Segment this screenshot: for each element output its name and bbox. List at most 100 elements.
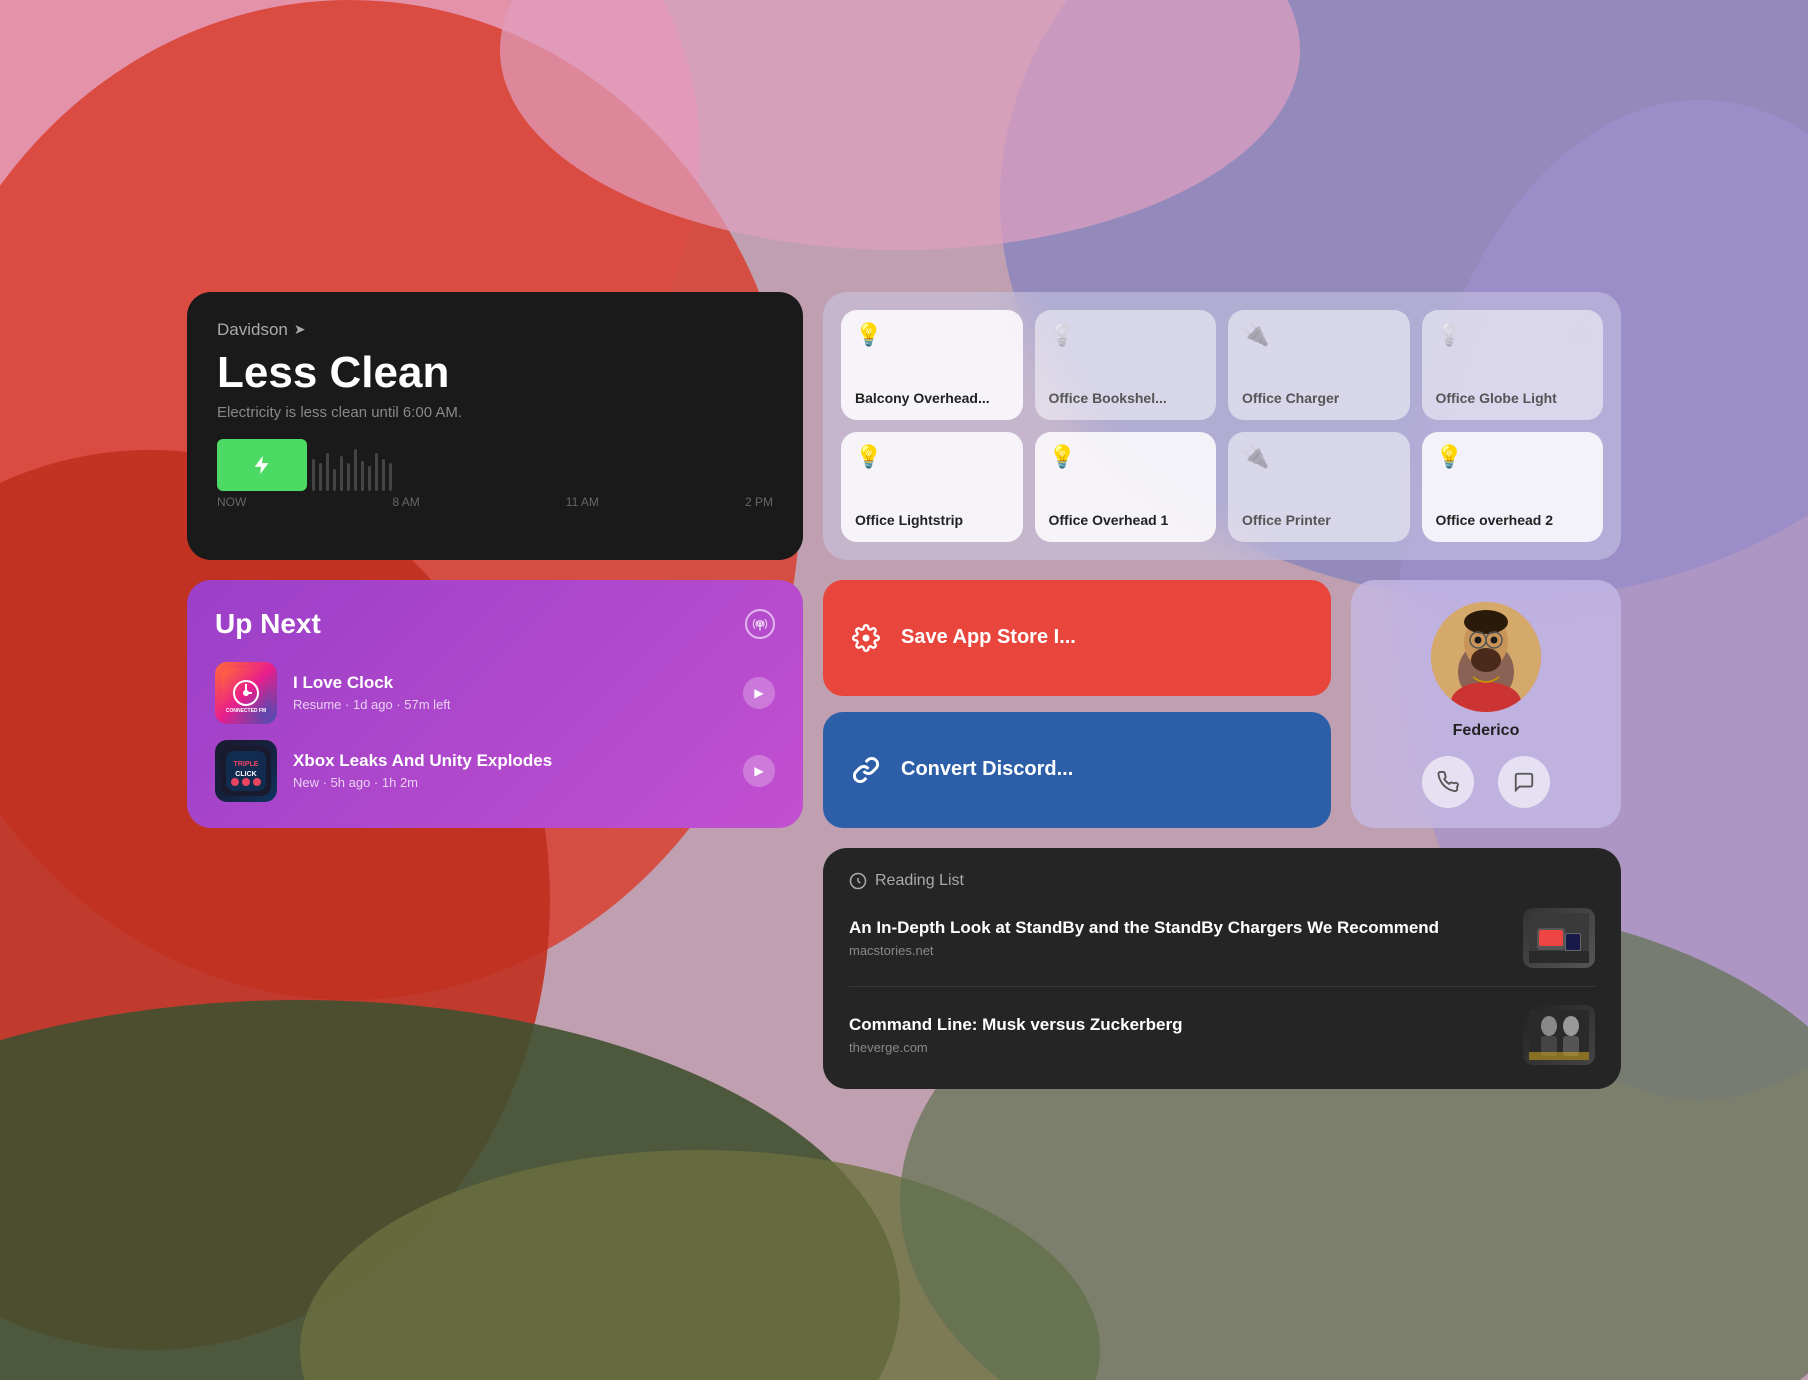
home-item-overhead1[interactable]: 💡 Office Overhead 1 [1035,432,1217,542]
artwork-triple-inner: TRIPLE CLICK [215,740,277,802]
chart-bar [389,463,392,491]
shortcut-save-appstore[interactable]: Save App Store I... [823,580,1331,696]
chart-bar [340,456,343,491]
location-arrow-icon: ➤ [294,321,306,338]
chart-bar [368,466,371,491]
contact-avatar [1431,602,1541,712]
time-label-2pm: 2 PM [745,495,773,509]
reading-title-musk: Command Line: Musk versus Zuckerberg [849,1014,1507,1037]
home-item-label-lightstrip: Office Lightstrip [855,511,1009,529]
home-item-overhead2[interactable]: 💡 Office overhead 2 [1422,432,1604,542]
time-label-now: NOW [217,495,246,509]
chart-bar [361,461,364,491]
upnext-item-meta-xbox: New · 5h ago · 1h 2m [293,775,727,790]
play-button-iloveclock[interactable]: ▶ [743,677,775,709]
chart-bar [375,453,378,491]
play-button-xbox[interactable]: ▶ [743,755,775,787]
chart-now-bar [217,439,307,491]
home-item-bookshelf[interactable]: 💡 Office Bookshel... [1035,310,1217,420]
home-item-globe[interactable]: 💡 Office Globe Light [1422,310,1604,420]
contact-phone-button[interactable] [1422,756,1474,808]
contact-widget: Federico [1351,580,1621,828]
chart-bar [354,449,357,491]
electricity-header: Davidson ➤ [217,320,773,340]
chart-time-labels: NOW 8 AM 11 AM 2 PM [217,495,773,509]
svg-text:CLICK: CLICK [235,771,256,778]
link-icon [847,751,885,789]
shortcuts-widget: Save App Store I... Convert Discord... [823,580,1331,828]
reading-item-musk[interactable]: Command Line: Musk versus Zuckerberg the… [849,1005,1595,1065]
chart-bar [347,463,350,491]
location-label: Davidson [217,320,288,340]
reading-list-header: Reading List [849,872,1595,890]
bulb-icon-balcony: 💡 [855,324,1009,346]
home-item-label-globe: Office Globe Light [1436,389,1590,407]
chart-lines [312,439,773,491]
thumb-musk-inner [1523,1005,1595,1065]
home-item-charger[interactable]: 🔌 Office Charger [1228,310,1410,420]
electricity-chart: NOW 8 AM 11 AM 2 PM [217,439,773,509]
chart-bar [319,463,322,491]
upnext-info-iloveclock: I Love Clock Resume · 1d ago · 57m left [293,673,727,712]
artwork-connected: CONNECTED FM [215,662,277,724]
smarthome-widget: 💡 Balcony Overhead... 💡 Office Bookshel.… [823,292,1621,560]
reading-thumb-musk [1523,1005,1595,1065]
chart-bar [382,459,385,491]
reading-thumb-standby [1523,908,1595,968]
reading-text-standby: An In-Depth Look at StandBy and the Stan… [849,917,1507,959]
reading-source-standby: macstories.net [849,943,1507,958]
upnext-title: Up Next [215,608,321,640]
home-item-label-bookshelf: Office Bookshel... [1049,389,1203,407]
thumb-standby-inner [1523,908,1595,968]
svg-text:TRIPLE: TRIPLE [234,761,259,768]
reading-item-standby[interactable]: An In-Depth Look at StandBy and the Stan… [849,908,1595,968]
gear-icon [847,619,885,657]
electricity-subtitle: Electricity is less clean until 6:00 AM. [217,404,773,421]
upnext-info-xbox: Xbox Leaks And Unity Explodes New · 5h a… [293,751,727,790]
chart-bar [312,459,315,491]
upnext-item-title-iloveclock: I Love Clock [293,673,727,693]
upnext-header: Up Next [215,608,775,640]
contact-message-button[interactable] [1498,756,1550,808]
artwork-tripleclick: TRIPLE CLICK [215,740,277,802]
home-item-label-overhead1: Office Overhead 1 [1049,511,1203,529]
artwork-connected-inner: CONNECTED FM [215,662,277,724]
reading-list-title: Reading List [875,872,964,890]
reading-source-musk: theverge.com [849,1040,1507,1055]
reading-list-icon [849,872,867,890]
reading-title-standby: An In-Depth Look at StandBy and the Stan… [849,917,1507,940]
upnext-item-title-xbox: Xbox Leaks And Unity Explodes [293,751,727,771]
upnext-item-iloveclock: CONNECTED FM I Love Clock Resume · 1d ag… [215,662,775,724]
plug-icon-charger: 🔌 [1242,324,1396,346]
upnext-item-meta-iloveclock: Resume · 1d ago · 57m left [293,697,727,712]
reading-list-widget: Reading List An In-Depth Look at StandBy… [823,848,1621,1089]
shortcut-convert-label: Convert Discord... [901,758,1073,781]
widgets-grid: Davidson ➤ Less Clean Electricity is les… [187,292,1621,1089]
podcast-icon [745,609,775,639]
home-item-balcony[interactable]: 💡 Balcony Overhead... [841,310,1023,420]
electricity-title: Less Clean [217,348,773,398]
home-item-lightstrip[interactable]: 💡 Office Lightstrip [841,432,1023,542]
home-item-label-charger: Office Charger [1242,389,1396,407]
bulb-icon-bookshelf: 💡 [1049,324,1203,346]
upnext-widget: Up Next [187,580,803,828]
plug-icon-printer: 🔌 [1242,446,1396,468]
time-label-8am: 8 AM [392,495,419,509]
upnext-item-xbox: TRIPLE CLICK Xbox Leaks And Unity Explod… [215,740,775,802]
shortcut-convert-discord[interactable]: Convert Discord... [823,712,1331,828]
chart-bar [333,469,336,491]
home-item-label-overhead2: Office overhead 2 [1436,511,1590,529]
lightning-icon [251,454,273,476]
screen: Davidson ➤ Less Clean Electricity is les… [0,0,1808,1380]
shortcut-save-label: Save App Store I... [901,626,1076,649]
bulb-icon-overhead1: 💡 [1049,446,1203,468]
contact-name: Federico [1453,722,1520,740]
reading-text-musk: Command Line: Musk versus Zuckerberg the… [849,1014,1507,1056]
bulb-icon-overhead2: 💡 [1436,446,1590,468]
home-item-printer[interactable]: 🔌 Office Printer [1228,432,1410,542]
home-item-label-printer: Office Printer [1242,511,1396,529]
time-label-11am: 11 AM [566,495,599,509]
bulb-icon-globe: 💡 [1436,324,1590,346]
home-item-label-balcony: Balcony Overhead... [855,389,1009,407]
bulb-icon-lightstrip: 💡 [855,446,1009,468]
